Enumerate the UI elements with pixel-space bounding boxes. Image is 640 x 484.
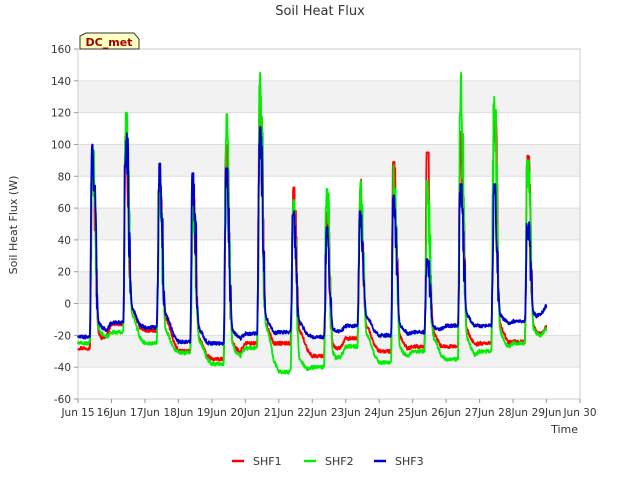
x-axis-ticks: Jun 15 16Jun 17Jun 18Jun 19Jun 20Jun 21Jun 22Ju…: [60, 399, 597, 419]
x-axis-label: Time: [550, 423, 578, 436]
legend-label-shf1: SHF1: [253, 455, 282, 468]
y-tick-label: 60: [58, 203, 71, 215]
x-tick-label: 17Jun: [130, 407, 160, 419]
y-tick-label: 100: [51, 139, 71, 151]
x-tick-label: 25Jun: [398, 407, 428, 419]
x-tick-label: Jun 30: [562, 407, 596, 419]
x-tick-label: Jun 15: [60, 407, 94, 419]
y-tick-label: 140: [51, 76, 71, 88]
dataset-badge: DC_met: [79, 32, 140, 50]
y-axis-label: Soil Heat Flux (W): [7, 176, 20, 275]
x-tick-label: 21Jun: [264, 407, 294, 419]
badge-label: DC_met: [86, 36, 133, 49]
x-tick-label: 22Jun: [297, 407, 327, 419]
background-band: [78, 144, 580, 177]
x-tick-label: 23Jun: [331, 407, 361, 419]
x-tick-label: 18Jun: [164, 407, 194, 419]
y-tick-label: -60: [54, 394, 71, 406]
x-tick-label: 19Jun: [197, 407, 227, 419]
chart-title: Soil Heat Flux: [275, 4, 365, 19]
background-band: [78, 80, 580, 113]
y-tick-label: 160: [51, 44, 71, 56]
y-tick-label: 0: [64, 299, 71, 311]
x-tick-label: 20Jun: [230, 407, 260, 419]
legend: SHF1 SHF2 SHF3: [232, 455, 424, 468]
y-tick-label: -40: [54, 362, 71, 374]
y-tick-label: 20: [58, 267, 71, 279]
y-axis-ticks: -60 -40 -20 0 20 40 60 80 100 120 140 160: [51, 44, 78, 406]
x-tick-label: 16Jun: [97, 407, 127, 419]
x-tick-label: 26Jun: [431, 407, 461, 419]
y-tick-label: 120: [51, 108, 71, 120]
x-tick-label: 27Jun: [465, 407, 495, 419]
chart-svg: -60 -40 -20 0 20 40 60 80 100 120 140 160 Jun 15 16J…: [7, 4, 597, 468]
chart-container: -60 -40 -20 0 20 40 60 80 100 120 140 160 Jun 15 16J…: [0, 0, 640, 480]
legend-label-shf3: SHF3: [395, 455, 424, 468]
x-tick-label: 24Jun: [364, 407, 394, 419]
x-tick-label: 29Jun: [532, 407, 562, 419]
x-tick-label: 28Jun: [498, 407, 528, 419]
y-tick-label: 40: [58, 235, 71, 247]
legend-label-shf2: SHF2: [325, 455, 354, 468]
y-tick-label: 80: [58, 171, 71, 183]
y-tick-label: -20: [54, 330, 71, 342]
